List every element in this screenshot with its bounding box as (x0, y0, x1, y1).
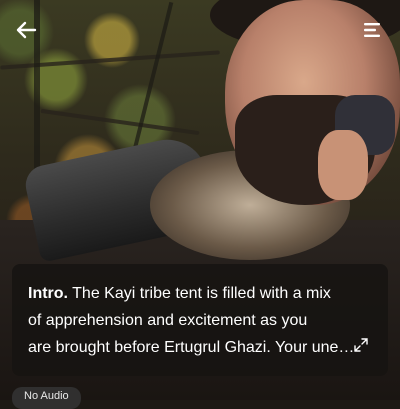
hamburger-menu-icon (364, 23, 380, 37)
no-audio-badge[interactable]: No Audio (12, 387, 81, 409)
intro-label: Intro. (28, 285, 68, 302)
menu-button[interactable] (358, 16, 386, 44)
expand-arrows-icon[interactable] (354, 338, 368, 352)
intro-body: The Kayi tribe tent is filled with a mix… (28, 285, 355, 356)
arrow-left-icon (16, 21, 37, 39)
intro-card[interactable]: Intro. The Kayi tribe tent is filled wit… (12, 264, 388, 376)
back-button[interactable] (10, 14, 42, 46)
intro-text: Intro. The Kayi tribe tent is filled wit… (28, 280, 370, 361)
top-bar (0, 0, 400, 60)
